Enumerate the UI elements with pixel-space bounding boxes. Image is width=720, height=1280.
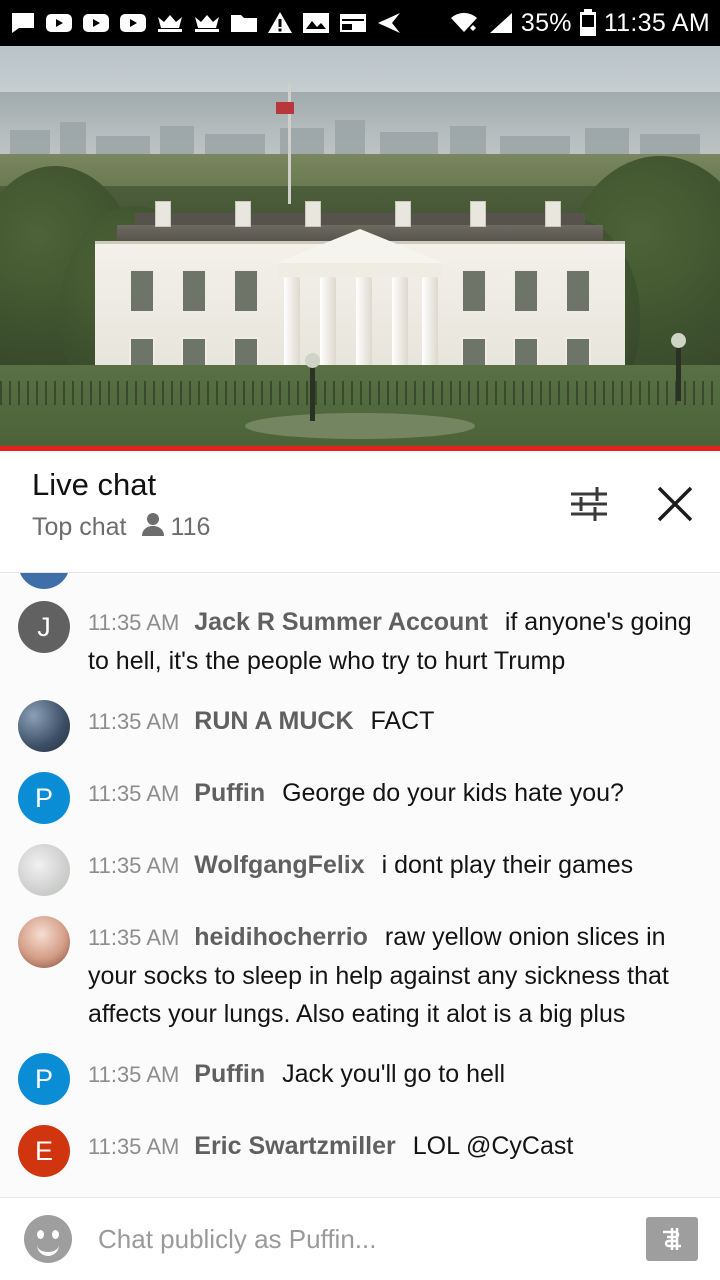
signal-icon bbox=[486, 10, 514, 36]
calendar-icon bbox=[339, 12, 367, 34]
youtube-icon bbox=[45, 12, 73, 34]
message-body: 11:35 AM Jack R Summer Account if anyone… bbox=[88, 601, 698, 680]
avatar[interactable]: E bbox=[18, 1125, 70, 1177]
message-timestamp: 11:35 AM bbox=[88, 781, 180, 806]
viewer-count-label: 116 bbox=[170, 513, 211, 541]
entablature bbox=[278, 263, 442, 277]
chat-input[interactable] bbox=[96, 1222, 646, 1256]
warning-icon bbox=[267, 11, 293, 35]
image-icon bbox=[302, 12, 330, 34]
youtube-icon bbox=[82, 12, 110, 34]
live-chat-header: Live chat Top chat 116 bbox=[0, 451, 720, 573]
message-body: 11:35 AM Eric Swartzmiller LOL @CyCast bbox=[88, 1125, 698, 1166]
avatar[interactable]: J bbox=[18, 601, 70, 653]
battery-icon bbox=[579, 9, 597, 37]
crown-icon bbox=[156, 12, 184, 34]
list-item[interactable]: 11:35 AM WolfgangFelix i dont play their… bbox=[0, 834, 720, 906]
list-item[interactable]: E 11:35 AM Eric Swartzmiller LOL @CyCast bbox=[0, 1115, 720, 1187]
list-item[interactable]: P 11:35 AM Puffin George do your kids ha… bbox=[0, 762, 720, 834]
avatar[interactable] bbox=[18, 573, 70, 589]
chat-mode-label[interactable]: Top chat bbox=[32, 513, 127, 542]
chimney bbox=[470, 201, 486, 227]
wifi-icon bbox=[449, 10, 479, 36]
message-author[interactable]: WolfgangFelix bbox=[194, 851, 364, 879]
avatar[interactable]: P bbox=[18, 772, 70, 824]
chimney bbox=[305, 201, 321, 227]
avatar-initial: E bbox=[34, 1135, 53, 1166]
lawn bbox=[0, 365, 720, 451]
message-timestamp: 11:35 AM bbox=[88, 1134, 180, 1159]
message-body: 11:35 AM Puffin George do your kids hate… bbox=[88, 772, 698, 813]
send-message-icon[interactable] bbox=[646, 1217, 698, 1261]
chat-subheader: Top chat 116 bbox=[32, 511, 210, 544]
message-text: LOL @CyCast bbox=[412, 1132, 574, 1160]
person-icon bbox=[141, 511, 165, 544]
message-timestamp: 11:35 AM bbox=[88, 925, 180, 950]
message-author[interactable]: Puffin bbox=[194, 779, 265, 807]
battery-percent-label: 35% bbox=[520, 8, 572, 37]
youtube-icon bbox=[119, 12, 147, 34]
flag bbox=[276, 102, 294, 114]
avatar[interactable] bbox=[18, 700, 70, 752]
avatar-initial: P bbox=[34, 1063, 53, 1094]
chimney bbox=[545, 201, 561, 227]
message-author[interactable]: RUN A MUCK bbox=[194, 707, 353, 735]
message-author[interactable]: Jack R Summer Account bbox=[194, 608, 488, 636]
lawn-path bbox=[245, 413, 475, 439]
message-timestamp: 11:35 AM bbox=[88, 1062, 180, 1087]
list-item[interactable] bbox=[0, 573, 720, 591]
list-item[interactable]: P 11:35 AM Puffin Jack you'll go to hell bbox=[0, 1043, 720, 1115]
crown-icon bbox=[193, 12, 221, 34]
status-bar: 35% 11:35 AM bbox=[0, 0, 720, 46]
message-text: George do your kids hate you? bbox=[282, 779, 624, 807]
avatar-initial: P bbox=[34, 782, 53, 813]
live-chat-header-text: Live chat Top chat 116 bbox=[32, 465, 210, 572]
live-chat-message-list[interactable]: J 11:35 AM Jack R Summer Account if anyo… bbox=[0, 573, 720, 1197]
pediment bbox=[276, 229, 444, 263]
chat-composer bbox=[0, 1197, 720, 1280]
avatar-initial: J bbox=[37, 611, 51, 642]
distant-buildings bbox=[0, 98, 720, 156]
message-timestamp: 11:35 AM bbox=[88, 853, 180, 878]
list-item[interactable]: 11:35 AM RUN A MUCK FACT bbox=[0, 690, 720, 762]
list-item[interactable]: J 11:35 AM Jack R Summer Account if anyo… bbox=[0, 591, 720, 690]
message-body: 11:35 AM WolfgangFelix i dont play their… bbox=[88, 844, 698, 885]
message-text: FACT bbox=[370, 707, 435, 735]
message-body: 11:35 AM RUN A MUCK FACT bbox=[88, 700, 698, 741]
lamp-post bbox=[305, 353, 320, 421]
message-author[interactable]: heidihocherrio bbox=[194, 923, 368, 951]
status-bar-clock: 11:35 AM bbox=[603, 8, 710, 37]
lamp-post bbox=[671, 333, 686, 401]
status-bar-notification-icons bbox=[10, 11, 449, 35]
chat-header-actions bbox=[566, 465, 698, 572]
chat-bubble-icon bbox=[10, 11, 36, 35]
page-title: Live chat bbox=[32, 467, 157, 502]
avatar[interactable]: P bbox=[18, 1053, 70, 1105]
message-text: Jack you'll go to hell bbox=[282, 1060, 506, 1088]
close-icon[interactable] bbox=[652, 481, 698, 527]
list-item[interactable]: 11:35 AM heidihocherrio raw yellow onion… bbox=[0, 906, 720, 1043]
chimney bbox=[155, 201, 171, 227]
message-timestamp: 11:35 AM bbox=[88, 709, 180, 734]
video-player[interactable] bbox=[0, 46, 720, 451]
avatar[interactable] bbox=[18, 844, 70, 896]
message-author[interactable]: Eric Swartzmiller bbox=[194, 1132, 395, 1160]
message-text: i dont play their games bbox=[381, 851, 634, 879]
avatar[interactable] bbox=[18, 916, 70, 968]
send-icon bbox=[376, 11, 402, 35]
message-body: 11:35 AM heidihocherrio raw yellow onion… bbox=[88, 916, 698, 1033]
viewer-count: 116 bbox=[141, 511, 211, 544]
message-body: 11:35 AM Puffin Jack you'll go to hell bbox=[88, 1053, 698, 1094]
folder-icon bbox=[230, 12, 258, 34]
sliders-icon[interactable] bbox=[566, 481, 612, 527]
fence bbox=[0, 381, 720, 405]
chimney bbox=[395, 201, 411, 227]
status-bar-system-icons: 35% 11:35 AM bbox=[449, 9, 710, 38]
message-author[interactable]: Puffin bbox=[194, 1060, 265, 1088]
emoji-icon[interactable] bbox=[24, 1215, 72, 1263]
message-timestamp: 11:35 AM bbox=[88, 610, 180, 635]
chimney bbox=[235, 201, 251, 227]
